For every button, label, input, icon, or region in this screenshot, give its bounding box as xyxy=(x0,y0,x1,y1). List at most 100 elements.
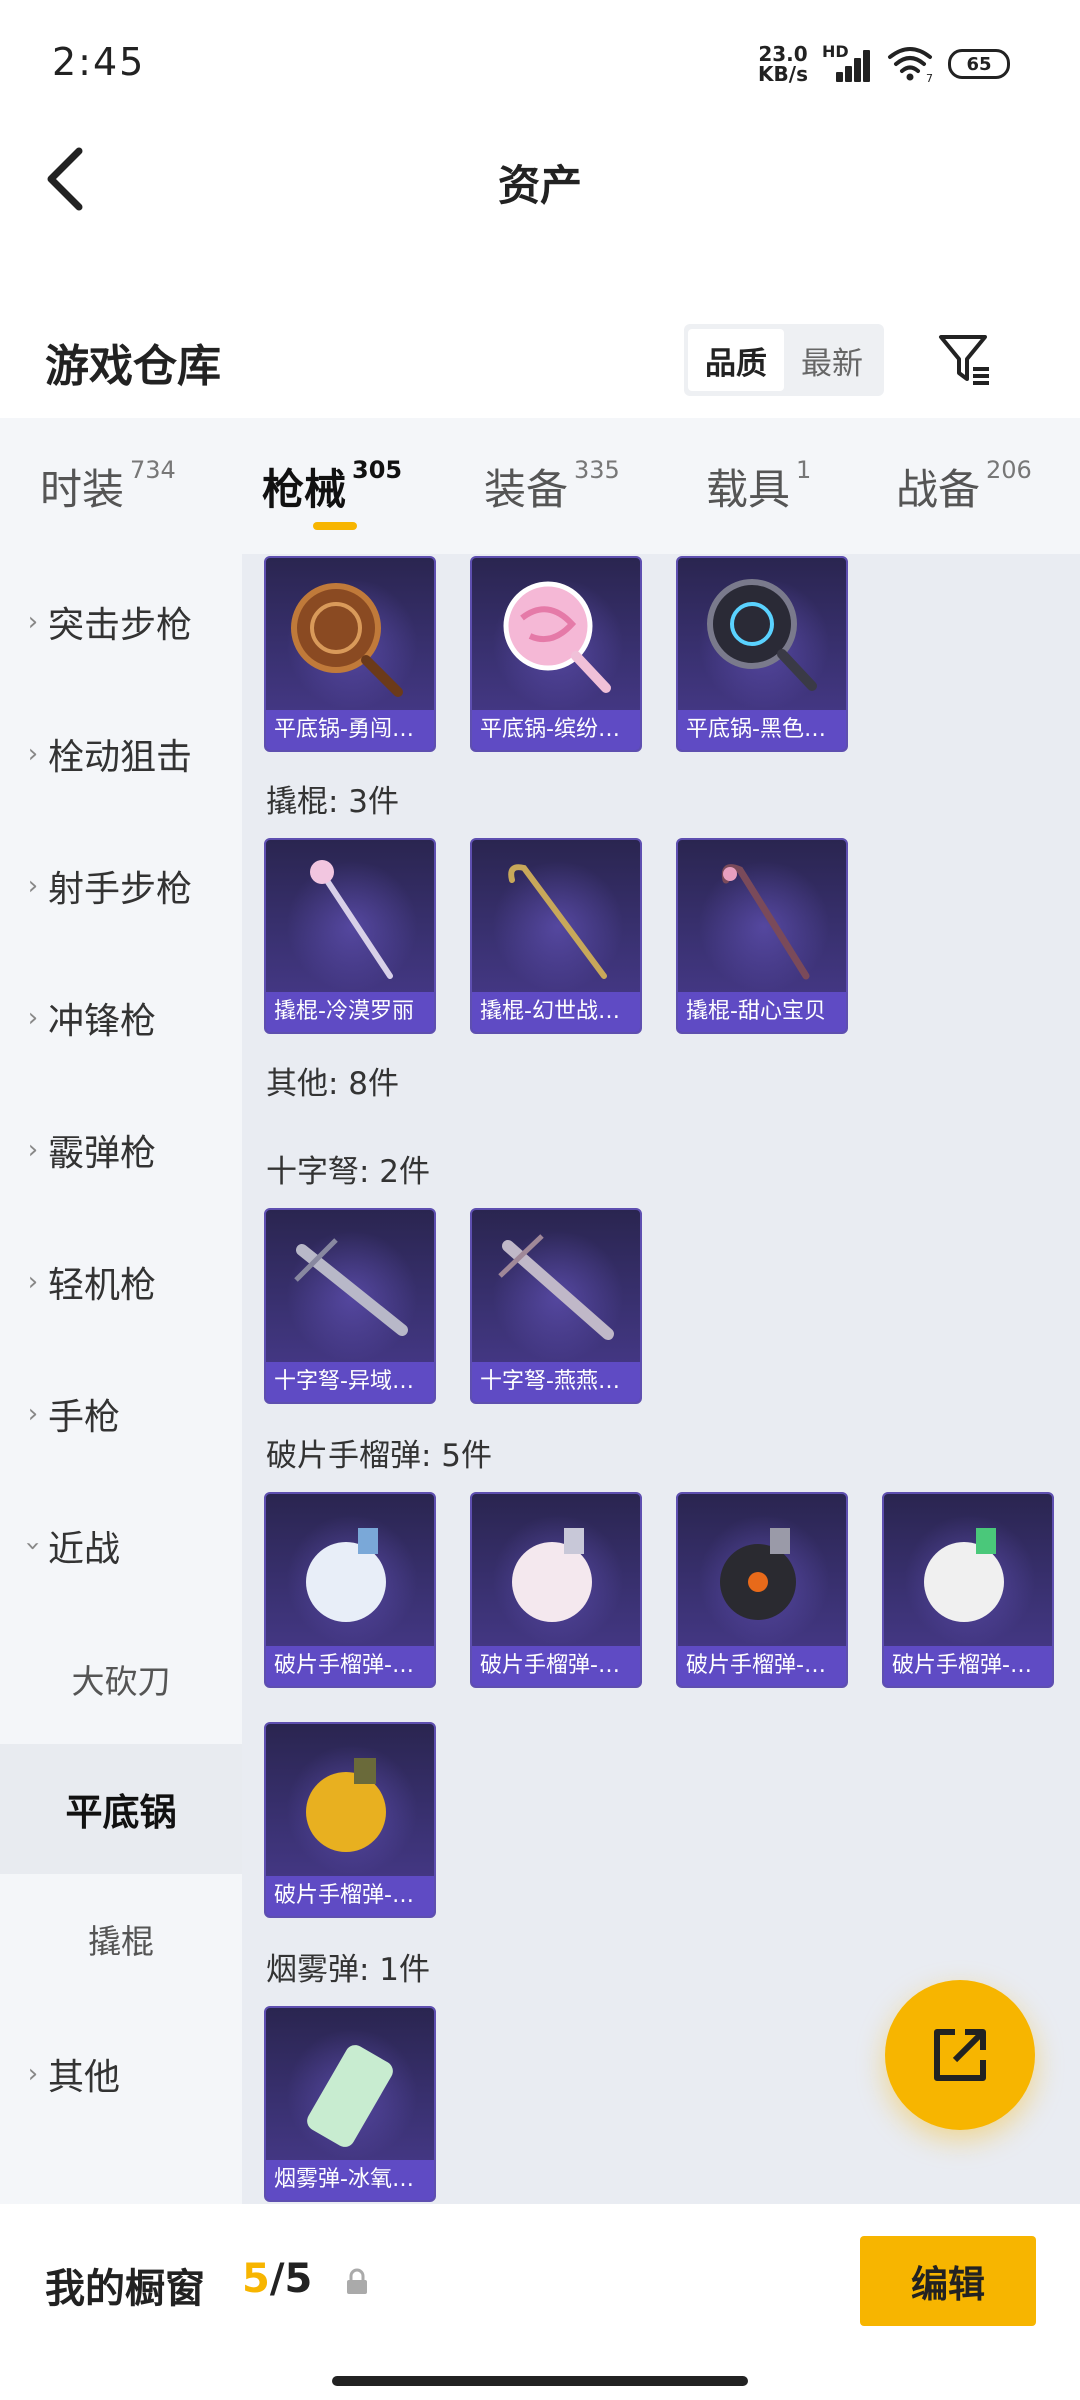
chevron-right-icon: › xyxy=(27,2059,39,2089)
chevron-right-icon: › xyxy=(27,739,39,769)
item-card[interactable]: 破片手榴弹-… xyxy=(882,1492,1054,1688)
item-card[interactable]: 破片手榴弹-… xyxy=(264,1722,436,1918)
network-speed-value: 23.0 xyxy=(758,42,808,66)
sidebar-item-label: 栓动狙击 xyxy=(48,737,193,778)
item-name: 撬棍-甜心宝贝 xyxy=(678,992,846,1032)
home-indicator[interactable] xyxy=(332,2376,748,2386)
tab-tactical[interactable]: 战备 206 xyxy=(896,456,1032,517)
section-heading: 烟雾弹: 1件 xyxy=(266,1952,431,1988)
sidebar-item-pistol[interactable]: › 手枪 xyxy=(0,1374,242,1454)
tab-fashion[interactable]: 时装 734 xyxy=(40,456,176,517)
item-name: 十字弩-燕燕… xyxy=(472,1362,640,1402)
sidebar-item-label: 霰弹枪 xyxy=(48,1133,157,1174)
sidebar-item-label: 近战 xyxy=(48,1529,121,1570)
sidebar-item-marksman-rifle[interactable]: › 射手步枪 xyxy=(0,846,242,926)
frying-pan-icon xyxy=(707,579,817,691)
sidebar-item-label: 其他 xyxy=(48,2057,121,2098)
sidebar-subitem-machete[interactable]: 大砍刀 xyxy=(0,1614,242,1744)
sidebar-item-label: 轻机枪 xyxy=(48,1265,157,1306)
sidebar-item-other[interactable]: › 其他 xyxy=(0,2034,242,2114)
item-card[interactable]: 平底锅-黑色… xyxy=(676,556,848,752)
filter-icon xyxy=(939,335,989,385)
section-heading: 破片手榴弹: 5件 xyxy=(266,1438,493,1474)
sort-quality-button[interactable]: 品质 xyxy=(688,329,784,391)
section-heading: 其他: 8件 xyxy=(266,1066,400,1102)
warehouse-header: 游戏仓库 品质 最新 xyxy=(0,310,1080,410)
status-icons: 23.0 KB/s HD 7 65 xyxy=(758,40,1010,88)
sidebar-item-label: 射手步枪 xyxy=(48,869,193,910)
grenade-icon xyxy=(306,1528,386,1622)
tab-count: 305 xyxy=(352,456,403,484)
item-card[interactable]: 平底锅-勇闯… xyxy=(264,556,436,752)
sidebar-item-melee[interactable]: › 近战 xyxy=(0,1506,242,1586)
item-name: 破片手榴弹-… xyxy=(472,1646,640,1686)
item-card[interactable]: 十字弩-异域… xyxy=(264,1208,436,1404)
category-tabs: 时装 734 枪械 305 装备 335 载具 1 战备 206 xyxy=(0,418,1080,554)
chevron-right-icon: › xyxy=(27,1399,39,1429)
item-name: 烟雾弹-冰氧… xyxy=(266,2160,434,2200)
item-grid: 平底锅-勇闯… 平底锅-缤纷… 平底锅-黑色… 撬棍: 3件 撬棍-冷漠罗丽 撬… xyxy=(242,554,1080,2204)
tab-count: 206 xyxy=(986,456,1032,484)
crossbow-icon xyxy=(498,1234,614,1340)
share-button[interactable] xyxy=(885,1980,1035,2130)
crossbow-icon xyxy=(294,1238,408,1336)
sort-toggle: 品质 最新 xyxy=(684,324,884,396)
filter-button[interactable] xyxy=(930,324,1000,394)
sidebar-item-label: 冲锋枪 xyxy=(48,1001,157,1042)
item-card[interactable]: 破片手榴弹-… xyxy=(676,1492,848,1688)
showcase-bar: 我的橱窗 5/5 编辑 xyxy=(0,2204,1080,2400)
sort-latest-button[interactable]: 最新 xyxy=(784,329,880,391)
item-card[interactable]: 撬棍-冷漠罗丽 xyxy=(264,838,436,1034)
showcase-count: 5/5 xyxy=(242,2256,312,2302)
sidebar-item-smg[interactable]: › 冲锋枪 xyxy=(0,978,242,1058)
sidebar-item-bolt-sniper[interactable]: › 栓动狙击 xyxy=(0,714,242,794)
frying-pan-icon xyxy=(503,581,611,693)
network-speed: 23.0 KB/s xyxy=(758,44,808,84)
network-speed-unit: KB/s xyxy=(758,62,808,86)
sidebar-item-assault-rifle[interactable]: › 突击步枪 xyxy=(0,582,242,662)
item-card[interactable]: 破片手榴弹-… xyxy=(470,1492,642,1688)
item-card[interactable]: 破片手榴弹-… xyxy=(264,1492,436,1688)
crowbar-icon xyxy=(508,864,607,979)
crowbar-icon xyxy=(310,860,393,979)
item-name: 破片手榴弹-… xyxy=(678,1646,846,1686)
wifi-icon: 7 xyxy=(886,45,934,85)
chevron-down-icon: › xyxy=(18,1540,48,1552)
tab-equipment[interactable]: 装备 335 xyxy=(484,456,620,517)
item-card[interactable]: 烟雾弹-冰氧… xyxy=(264,2006,436,2202)
sidebar-subitem-frying-pan[interactable]: 平底锅 xyxy=(0,1744,242,1874)
status-time: 2:45 xyxy=(52,40,146,84)
showcase-separator: / xyxy=(269,2256,285,2302)
item-card[interactable]: 撬棍-甜心宝贝 xyxy=(676,838,848,1034)
item-name: 破片手榴弹-… xyxy=(266,1876,434,1916)
tab-firearms[interactable]: 枪械 305 xyxy=(262,456,402,517)
frying-pan-icon xyxy=(291,583,403,697)
sidebar-item-shotgun[interactable]: › 霰弹枪 xyxy=(0,1110,242,1190)
chevron-right-icon: › xyxy=(27,607,39,637)
item-name: 十字弩-异域… xyxy=(266,1362,434,1402)
smoke-grenade-icon xyxy=(307,2045,393,2147)
item-card[interactable]: 十字弩-燕燕… xyxy=(470,1208,642,1404)
sidebar-subitem-crowbar[interactable]: 撬棍 xyxy=(0,1874,242,2004)
external-link-icon xyxy=(934,2029,986,2081)
edit-button[interactable]: 编辑 xyxy=(860,2236,1036,2326)
showcase-max: 5 xyxy=(284,2256,313,2302)
section-heading: 十字弩: 2件 xyxy=(266,1154,431,1190)
grenade-icon xyxy=(720,1528,796,1620)
cell-signal-icon: HD xyxy=(822,42,872,82)
nav-bar: 资产 xyxy=(0,130,1080,230)
status-bar: 2:45 23.0 KB/s HD 7 65 xyxy=(0,0,1080,120)
item-card[interactable]: 撬棍-幻世战… xyxy=(470,838,642,1034)
chevron-right-icon: › xyxy=(27,871,39,901)
item-name: 平底锅-黑色… xyxy=(678,710,846,750)
sidebar-item-lmg[interactable]: › 轻机枪 xyxy=(0,1242,242,1322)
chevron-right-icon: › xyxy=(27,1135,39,1165)
item-name: 平底锅-缤纷… xyxy=(472,710,640,750)
item-card[interactable]: 平底锅-缤纷… xyxy=(470,556,642,752)
network-type-label: HD xyxy=(822,42,849,61)
tab-label: 装备 xyxy=(484,465,569,514)
tab-vehicles[interactable]: 载具 1 xyxy=(706,456,811,517)
showcase-label: 我的橱窗 xyxy=(45,2266,205,2312)
sidebar-item-label: 突击步枪 xyxy=(48,605,193,646)
sidebar-item-label: 手枪 xyxy=(48,1397,121,1438)
